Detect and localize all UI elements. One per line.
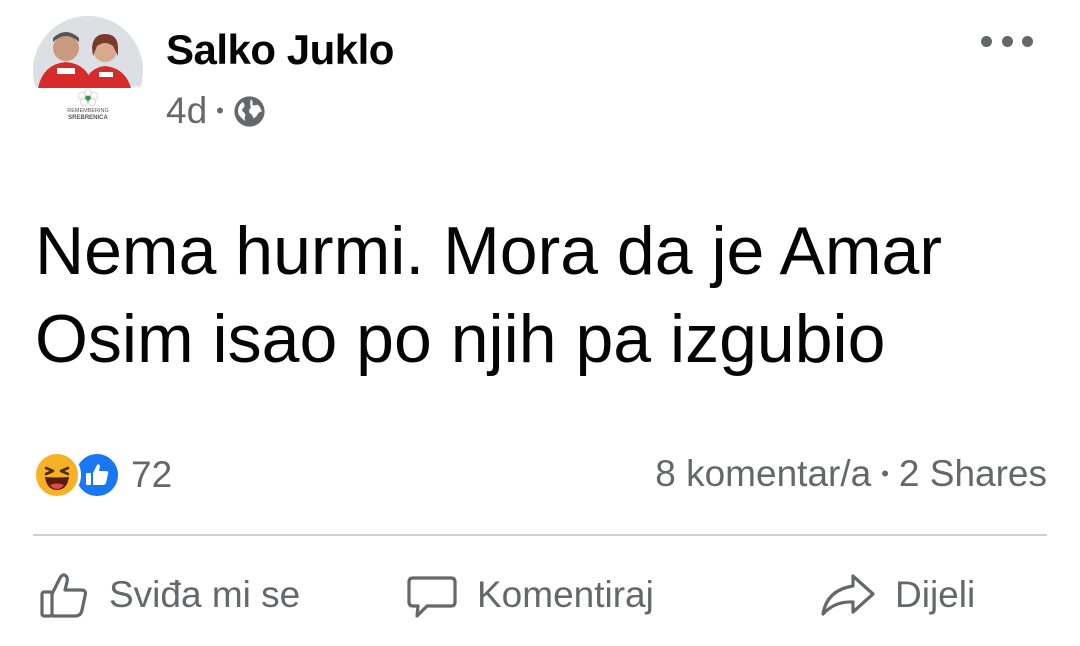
thumbs-up-icon <box>40 573 88 618</box>
engagement-counts: 8 komentar/a • 2 Shares <box>655 453 1047 495</box>
comment-button-label: Komentiraj <box>477 574 654 615</box>
more-options-icon[interactable] <box>981 26 1033 56</box>
author-avatar[interactable]: REMEMBERING SREBRENICA <box>33 16 143 126</box>
avatar-photo: REMEMBERING SREBRENICA <box>33 16 143 126</box>
comment-button[interactable]: Komentiraj <box>405 568 654 622</box>
reactions-summary[interactable]: 72 <box>33 451 172 499</box>
post-meta: 4d • <box>166 90 266 132</box>
divider <box>33 534 1047 536</box>
author-name[interactable]: Salko Juklo <box>166 26 394 74</box>
share-button-label: Dijeli <box>895 574 976 615</box>
comments-count[interactable]: 8 komentar/a <box>655 453 871 495</box>
haha-reaction-icon <box>33 451 81 499</box>
post-stats: 72 8 komentar/a • 2 Shares <box>33 448 1047 502</box>
globe-icon[interactable] <box>233 95 266 128</box>
share-arrow-icon <box>821 574 875 616</box>
like-button[interactable]: Sviđa mi se <box>37 568 300 622</box>
post-header: REMEMBERING SREBRENICA Salko Juklo 4d • <box>33 16 1047 131</box>
reaction-count: 72 <box>131 454 173 495</box>
share-button[interactable]: Dijeli <box>819 568 975 622</box>
post-text: Nema hurmi. Mora da je Amar Osim isao po… <box>35 207 1055 383</box>
avatar-badge-line1: REMEMBERING <box>67 108 109 114</box>
comment-bubble-icon <box>407 576 457 618</box>
avatar-badge-line2: SREBRENICA <box>68 115 108 121</box>
like-button-label: Sviđa mi se <box>109 574 301 615</box>
post-actions: Sviđa mi se Komentiraj Dijeli <box>33 560 1047 638</box>
post-time[interactable]: 4d <box>166 90 207 132</box>
post-text-line: Nema hurmi. Mora da je Amar <box>35 213 942 289</box>
counts-separator: • <box>881 461 889 486</box>
shares-count[interactable]: 2 Shares <box>899 453 1047 495</box>
post-text-line: Osim isao po njih pa izgubio <box>35 301 886 377</box>
meta-separator: • <box>216 98 224 123</box>
